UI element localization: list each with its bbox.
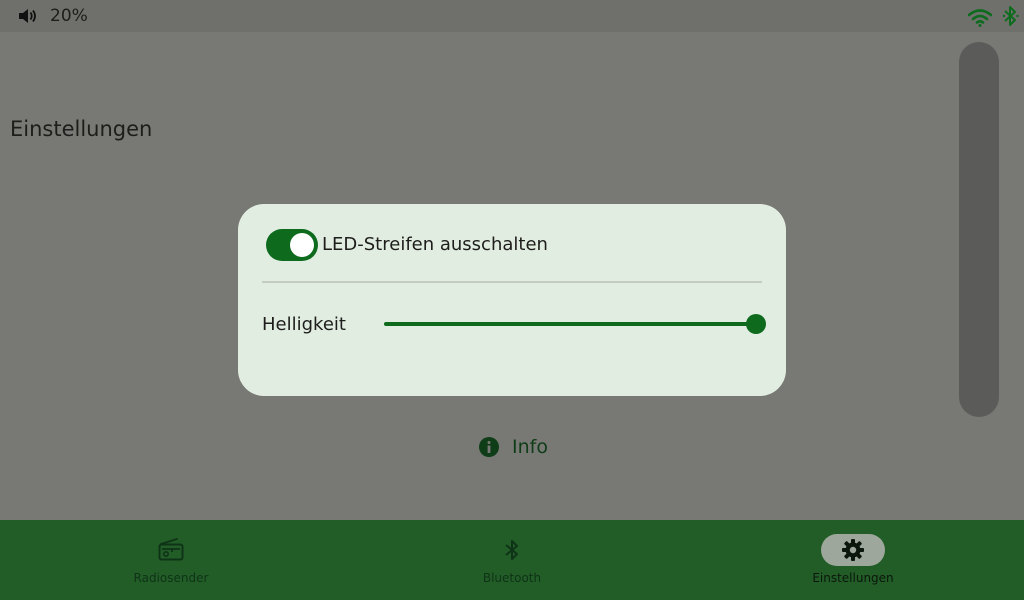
wifi-icon	[968, 9, 992, 27]
nav-item-einstellungen[interactable]: Einstellungen	[753, 520, 953, 600]
brightness-slider-track[interactable]	[384, 322, 756, 326]
speaker-icon	[19, 9, 36, 23]
toggle-knob	[290, 233, 314, 257]
nav-label-bluetooth: Bluetooth	[482, 571, 542, 585]
volume-level: 20%	[50, 6, 88, 26]
nav-icon-container	[139, 534, 203, 566]
led-strip-toggle-label: LED-Streifen ausschalten	[322, 234, 548, 255]
info-icon	[479, 437, 499, 457]
led-settings-dialog: LED-Streifen ausschalten Helligkeit	[238, 204, 786, 396]
info-label: Info	[512, 436, 548, 458]
nav-label-radiosender: Radiosender	[133, 571, 209, 585]
info-button[interactable]: Info	[478, 434, 548, 460]
bottom-navigation: Radiosender Bluetooth Einstellungen	[0, 520, 1024, 600]
gear-icon	[842, 539, 864, 561]
status-bar: 20%	[0, 0, 1024, 32]
nav-icon-container-active	[821, 534, 885, 566]
divider	[262, 281, 762, 283]
nav-icon-container	[480, 534, 544, 566]
brightness-slider-thumb[interactable]	[746, 314, 766, 334]
nav-item-radiosender[interactable]: Radiosender	[71, 520, 271, 600]
bluetooth-icon	[1002, 6, 1019, 26]
page-title: Einstellungen	[10, 117, 153, 141]
bluetooth-icon	[505, 540, 518, 560]
scrollbar[interactable]	[959, 42, 999, 417]
brightness-label: Helligkeit	[262, 314, 346, 335]
led-strip-toggle[interactable]	[266, 229, 318, 261]
radio-icon	[158, 538, 184, 561]
nav-item-bluetooth[interactable]: Bluetooth	[412, 520, 612, 600]
nav-label-einstellungen: Einstellungen	[812, 571, 894, 585]
